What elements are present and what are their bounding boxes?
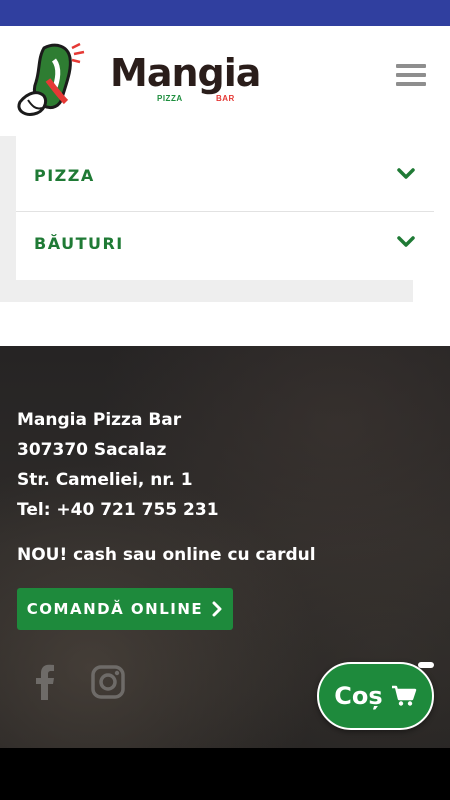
chevron-right-icon — [212, 601, 222, 617]
cart-button[interactable]: Coș — [317, 662, 434, 730]
menu-section: PIZZA BĂUTURI — [0, 136, 434, 302]
menu-accordion: PIZZA BĂUTURI — [16, 136, 434, 280]
menu-item-label: PIZZA — [34, 166, 95, 185]
status-bar — [0, 0, 450, 26]
address-business-name: Mangia Pizza Bar — [17, 410, 182, 430]
address-street: Str. Cameliei, nr. 1 — [17, 470, 193, 490]
cart-label: Coș — [334, 682, 383, 710]
chevron-down-icon — [397, 168, 415, 179]
bottom-bar — [0, 748, 450, 800]
facebook-icon[interactable] — [28, 664, 64, 700]
chevron-down-icon — [397, 236, 415, 247]
logo-wordmark: Mangia — [110, 51, 261, 95]
logo[interactable]: Mangia PIZZA BAR — [14, 40, 261, 124]
menu-item-pizza[interactable]: PIZZA — [16, 144, 434, 212]
address-phone[interactable]: Tel: +40 721 755 231 — [17, 500, 219, 520]
order-online-label: COMANDĂ ONLINE — [26, 600, 204, 618]
address-postal-city: 307370 Sacalaz — [17, 440, 167, 460]
order-online-button[interactable]: COMANDĂ ONLINE — [17, 588, 233, 630]
shopping-cart-icon — [391, 685, 416, 706]
cart-count-badge — [418, 662, 434, 668]
payment-note: NOU! cash sau online cu cardul — [17, 545, 316, 565]
site-header: Mangia PIZZA BAR — [0, 26, 450, 136]
instagram-icon[interactable] — [90, 664, 126, 700]
logo-mark — [17, 42, 85, 116]
menu-item-bauturi[interactable]: BĂUTURI — [16, 212, 434, 280]
menu-item-label: BĂUTURI — [34, 234, 124, 253]
hamburger-menu-icon[interactable] — [396, 64, 426, 90]
logo-sub-bar: BAR — [216, 94, 235, 103]
logo-sub-pizza: PIZZA — [157, 94, 183, 103]
